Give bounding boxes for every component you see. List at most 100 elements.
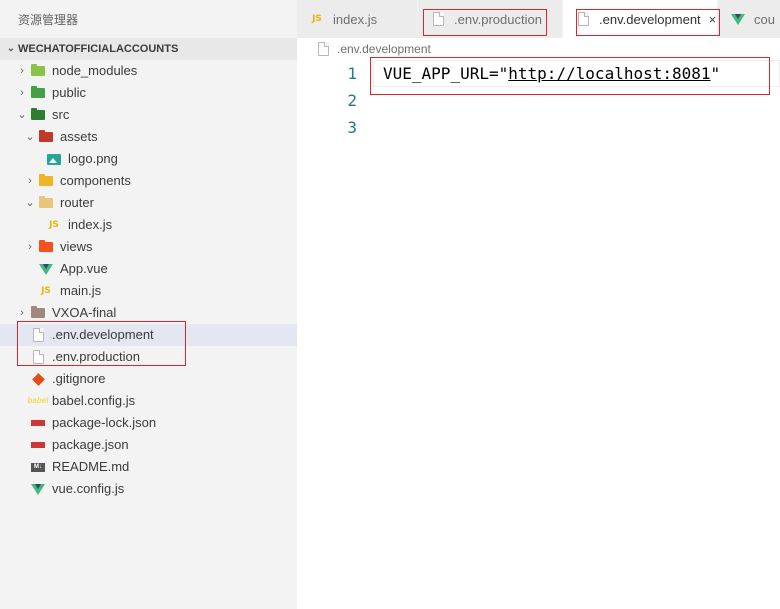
tree-item-label: App.vue xyxy=(60,261,108,276)
js-icon: JS xyxy=(49,220,59,230)
close-icon[interactable]: × xyxy=(709,12,717,27)
tree-item[interactable]: ⌄ router xyxy=(0,192,297,214)
line-content: VUE_APP_URL="http://localhost:8081" xyxy=(383,60,720,87)
tree-item[interactable]: › node_modules xyxy=(0,60,297,82)
line-number: 2 xyxy=(347,91,357,110)
tree-item[interactable]: ⌄ src xyxy=(0,104,297,126)
folder-assets-icon xyxy=(38,129,54,145)
git-icon xyxy=(30,371,46,387)
folder-views-icon xyxy=(38,239,54,255)
tree-item[interactable]: .env.production xyxy=(0,346,297,368)
tree-item-label: assets xyxy=(60,129,98,144)
tab-label: .env.development xyxy=(599,11,701,27)
chevron-right-icon: › xyxy=(20,65,24,77)
tree-item-label: .gitignore xyxy=(52,371,106,386)
tree-item-label: components xyxy=(60,173,131,188)
babel-icon: babel xyxy=(27,396,49,405)
chevron-down-icon: ⌄ xyxy=(25,131,35,143)
folder-src-icon xyxy=(30,107,46,123)
code-line[interactable]: 3 xyxy=(297,114,780,141)
folder-node-icon xyxy=(30,63,46,79)
tree-item-label: main.js xyxy=(60,283,102,298)
line-number: 3 xyxy=(347,118,357,137)
tree-item-label: .env.production xyxy=(52,349,140,364)
js-icon: JS xyxy=(41,286,51,296)
chevron-down-icon: ⌄ xyxy=(17,109,27,121)
tree-item[interactable]: package-lock.json xyxy=(0,412,297,434)
code-editor[interactable]: 1 VUE_APP_URL="http://localhost:8081" 2 3 xyxy=(297,60,780,609)
tree-item-label: README.md xyxy=(52,459,130,474)
editor-tab-bar: JS index.js .env.production .env.developmen… xyxy=(297,0,780,38)
tree-item-label: babel.config.js xyxy=(52,393,136,408)
tree-item-label: node_modules xyxy=(52,63,138,78)
explorer-title: 资源管理器 xyxy=(18,13,79,27)
tree-item-label: package.json xyxy=(52,437,129,452)
folder-icon xyxy=(30,305,46,321)
tree-item[interactable]: › public xyxy=(0,82,297,104)
tab-label: index.js xyxy=(333,11,378,27)
folder-public-icon xyxy=(30,85,46,101)
breadcrumb-file: .env.development xyxy=(337,42,431,56)
tree-item-label: vue.config.js xyxy=(52,481,125,496)
tree-item-label: src xyxy=(52,107,70,122)
file-icon xyxy=(30,349,46,365)
file-tree: › node_modules › public ⌄ src ⌄ assets logo.png ›… xyxy=(0,60,297,500)
folder-router-icon xyxy=(38,195,54,211)
vue-icon xyxy=(30,481,46,497)
tree-item[interactable]: JS main.js xyxy=(0,280,297,302)
tab-cou[interactable]: cou xyxy=(718,0,780,38)
quote: " xyxy=(710,64,721,83)
url-link[interactable]: http://localhost:8081 xyxy=(508,64,710,83)
chevron-right-icon: › xyxy=(28,175,32,187)
tree-item[interactable]: babel babel.config.js xyxy=(0,390,297,412)
tree-item[interactable]: JS index.js xyxy=(0,214,297,236)
vue-icon xyxy=(730,11,746,27)
tab-label: cou xyxy=(754,11,775,27)
tab-label: .env.production xyxy=(454,11,542,27)
tree-item[interactable]: package.json xyxy=(0,434,297,456)
tree-item[interactable]: .env.development xyxy=(0,324,297,346)
tree-item-label: logo.png xyxy=(68,151,118,166)
project-name: WECHATOFFICIALACCOUNTS xyxy=(18,43,179,55)
tree-item[interactable]: .gitignore xyxy=(0,368,297,390)
tree-item-label: VXOA-final xyxy=(52,305,117,320)
tree-item-label: package-lock.json xyxy=(52,415,157,430)
tree-item-label: .env.development xyxy=(52,327,154,342)
tree-item[interactable]: › VXOA-final xyxy=(0,302,297,324)
image-icon xyxy=(46,151,62,167)
project-section-header[interactable]: ⌄ WECHATOFFICIALACCOUNTS xyxy=(0,38,297,60)
tree-item-label: public xyxy=(52,85,86,100)
tab-env-production[interactable]: .env.production xyxy=(418,0,563,38)
breadcrumb[interactable]: .env.development xyxy=(297,38,780,60)
chevron-down-icon: ⌄ xyxy=(6,43,16,54)
file-icon xyxy=(575,11,591,27)
explorer-sidebar: 资源管理器 ⌄ WECHATOFFICIALACCOUNTS › node_mod… xyxy=(0,0,297,609)
vue-icon xyxy=(38,261,54,277)
chevron-right-icon: › xyxy=(20,87,24,99)
tree-item[interactable]: vue.config.js xyxy=(0,478,297,500)
tree-item[interactable]: logo.png xyxy=(0,148,297,170)
chevron-down-icon: ⌄ xyxy=(25,197,35,209)
tab-index-js[interactable]: JS index.js xyxy=(297,0,418,38)
code-line[interactable]: 2 xyxy=(297,87,780,114)
js-icon: JS xyxy=(312,14,322,24)
tree-item-label: index.js xyxy=(68,217,113,232)
tree-item[interactable]: App.vue xyxy=(0,258,297,280)
chevron-right-icon: › xyxy=(20,307,24,319)
tree-item[interactable]: › components xyxy=(0,170,297,192)
tree-item[interactable]: ⌄ assets xyxy=(0,126,297,148)
code-line[interactable]: 1 VUE_APP_URL="http://localhost:8081" xyxy=(297,60,780,87)
file-icon xyxy=(430,11,446,27)
tree-item[interactable]: M↓ README.md xyxy=(0,456,297,478)
tab-env-development[interactable]: .env.development × xyxy=(563,0,718,38)
tree-item[interactable]: › views xyxy=(0,236,297,258)
